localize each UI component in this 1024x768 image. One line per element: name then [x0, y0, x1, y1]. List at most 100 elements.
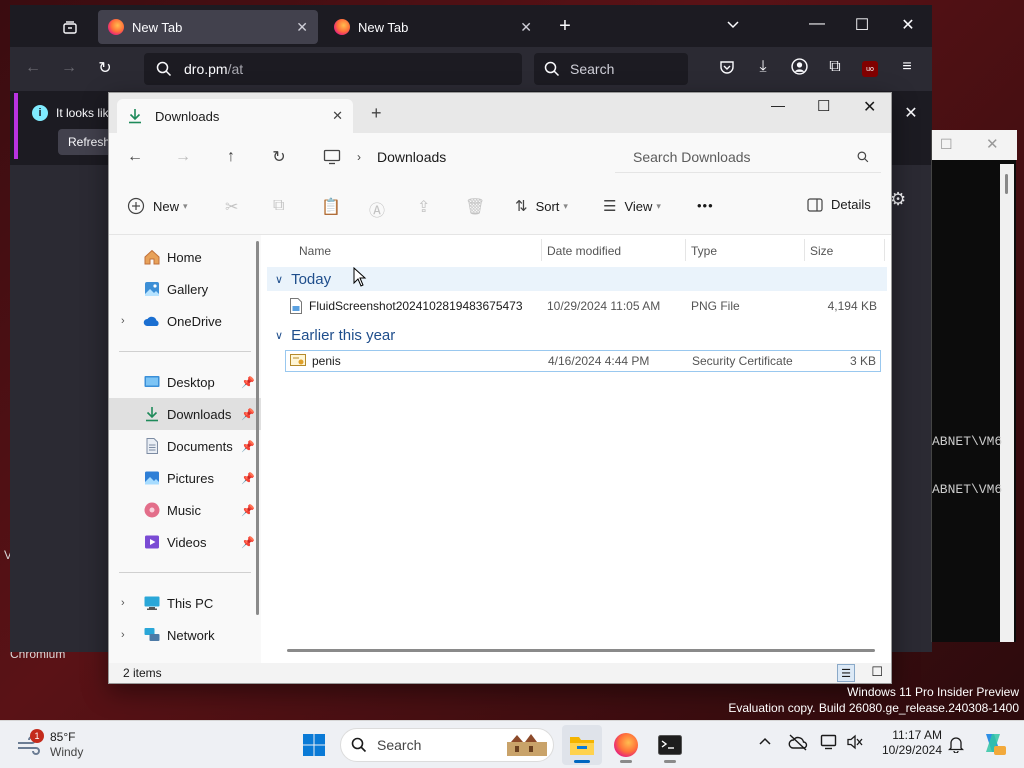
sidebar-item-music[interactable]: Music 📌 [109, 494, 261, 526]
weather-widget[interactable]: 1 85°F Windy [14, 727, 83, 763]
close-tab-icon[interactable]: ✕ [520, 19, 532, 36]
menu-icon[interactable]: ≡ [894, 58, 920, 76]
forward-icon[interactable]: → [56, 59, 82, 77]
table-row[interactable]: penis 4/16/2024 4:44 PM Security Certifi… [285, 350, 881, 372]
new-button[interactable]: New ▾ [127, 197, 188, 215]
view-button[interactable]: ☰ View ▾ [603, 197, 661, 215]
firefox-tab-2[interactable]: New Tab ✕ [324, 10, 542, 44]
delete-icon[interactable]: 🗑 [465, 197, 485, 217]
breadcrumb[interactable]: › Downloads [313, 141, 609, 173]
column-divider[interactable] [804, 239, 805, 261]
refresh-button[interactable]: Refresh [58, 129, 112, 155]
explorer-body: Home Gallery › OneDrive Desktop 📌 Downlo… [109, 235, 891, 663]
cut-icon[interactable]: ✂ [225, 197, 238, 217]
notice-text: It looks lik [56, 106, 109, 120]
new-tab-icon[interactable]: + [552, 15, 578, 38]
volume-muted-icon[interactable] [846, 733, 864, 751]
column-type-header[interactable]: Type [691, 235, 717, 267]
reload-icon[interactable]: ↻ [92, 58, 118, 78]
sidebar-item-home[interactable]: Home [109, 241, 261, 273]
copy-icon[interactable]: ⧉ [273, 197, 284, 215]
sidebar-item-onedrive[interactable]: › OneDrive [109, 305, 261, 337]
taskbar-file-explorer[interactable] [562, 725, 602, 765]
column-divider[interactable] [685, 239, 686, 261]
share-icon[interactable]: ⇪ [417, 197, 430, 217]
terminal-scrollbar[interactable] [1000, 164, 1014, 642]
column-name-header[interactable]: Name [299, 235, 331, 267]
downloads-icon[interactable]: ⤓ [750, 58, 776, 76]
chevron-down-icon: ∨ [275, 273, 284, 286]
close-tab-icon[interactable]: ✕ [332, 108, 343, 124]
close-window-icon[interactable]: ✕ [986, 135, 999, 153]
sort-button[interactable]: ⇅ Sort ▾ [515, 197, 568, 215]
network-status-icon[interactable] [820, 733, 838, 751]
back-icon[interactable]: ← [121, 143, 149, 171]
new-tab-icon[interactable]: + [371, 103, 382, 124]
paste-icon[interactable]: 📋 [321, 197, 341, 217]
notification-bell-icon[interactable] [948, 735, 964, 753]
taskbar-search[interactable]: Search [340, 728, 554, 762]
maximize-icon[interactable]: ☐ [817, 97, 830, 115]
sidebar-divider [119, 572, 251, 573]
more-options-icon[interactable]: ••• [697, 198, 714, 213]
sidebar-item-videos[interactable]: Videos 📌 [109, 526, 261, 558]
url-bar[interactable]: dro.pm/at [144, 53, 522, 85]
chevron-down-icon[interactable] [720, 17, 746, 31]
clock[interactable]: 11:17 AM 10/29/2024 [870, 728, 942, 758]
up-icon[interactable]: ↑ [217, 143, 245, 171]
settings-gear-icon[interactable]: ⚙ [890, 189, 906, 210]
chevron-right-icon[interactable]: › [121, 597, 125, 609]
firefox-nav-bar: ← → ↻ dro.pm/at Search ⤓ ⧉ uo ≡ [10, 47, 932, 91]
sidebar-item-gallery[interactable]: Gallery [109, 273, 261, 305]
close-notice-icon[interactable]: ✕ [898, 103, 924, 123]
search-bar[interactable]: Search [534, 53, 688, 85]
sidebar-item-downloads[interactable]: Downloads 📌 [109, 398, 261, 430]
extensions-icon[interactable]: ⧉ [822, 58, 848, 76]
chevron-right-icon[interactable]: › [121, 315, 125, 327]
sidebar-item-this-pc[interactable]: › This PC [109, 587, 261, 619]
sidebar-item-pictures[interactable]: Pictures 📌 [109, 462, 261, 494]
search-downloads-input[interactable]: Search Downloads [615, 141, 881, 173]
sidebar-scrollbar[interactable] [256, 241, 259, 615]
details-pane-icon [807, 197, 823, 212]
column-divider[interactable] [541, 239, 542, 261]
ublock-icon[interactable]: uo [862, 61, 878, 77]
forward-icon[interactable]: → [169, 143, 197, 171]
close-window-icon[interactable]: ✕ [863, 97, 876, 117]
taskbar-terminal[interactable] [650, 725, 690, 765]
close-window-icon[interactable]: ✕ [895, 15, 921, 35]
start-button[interactable] [294, 725, 334, 765]
refresh-icon[interactable]: ↻ [265, 143, 293, 171]
account-icon[interactable] [786, 58, 812, 75]
minimize-icon[interactable]: — [804, 15, 830, 33]
group-header-earlier-this-year[interactable]: ∨ Earlier this year [267, 323, 887, 347]
sidebar-item-network[interactable]: › Network [109, 619, 261, 651]
copilot-icon[interactable] [980, 730, 1006, 756]
tiles-view-icon[interactable]: ☐ [871, 664, 883, 680]
minimize-icon[interactable]: — [771, 97, 785, 113]
pin-icon: 📌 [241, 440, 255, 453]
column-date-header[interactable]: Date modified [547, 235, 621, 267]
maximize-icon[interactable]: ☐ [940, 136, 953, 153]
view-icon: ☰ [603, 198, 617, 215]
pocket-icon[interactable] [714, 59, 740, 75]
close-tab-icon[interactable]: ✕ [296, 19, 308, 36]
column-size-header[interactable]: Size [810, 235, 833, 267]
explorer-tab-downloads[interactable]: Downloads ✕ [117, 99, 353, 133]
chevron-right-icon[interactable]: › [121, 629, 125, 641]
table-row[interactable]: FluidScreenshot20241028194836​75473 10/2… [285, 295, 879, 317]
sidebar-item-documents[interactable]: Documents 📌 [109, 430, 261, 462]
details-view-icon[interactable]: ☰ [837, 664, 855, 682]
column-divider[interactable] [884, 239, 885, 261]
details-button[interactable]: Details [807, 197, 871, 212]
firefox-tab-1[interactable]: New Tab ✕ [98, 10, 318, 44]
cloud-offline-icon[interactable] [788, 733, 808, 751]
rename-icon[interactable]: Ⓐ [369, 197, 385, 221]
tab-list-icon[interactable] [58, 15, 82, 39]
horizontal-scrollbar[interactable] [287, 649, 875, 652]
chevron-up-icon[interactable] [758, 735, 772, 749]
back-icon[interactable]: ← [20, 59, 46, 77]
taskbar-firefox[interactable] [606, 725, 646, 765]
sidebar-item-desktop[interactable]: Desktop 📌 [109, 366, 261, 398]
maximize-icon[interactable]: ☐ [849, 15, 875, 35]
